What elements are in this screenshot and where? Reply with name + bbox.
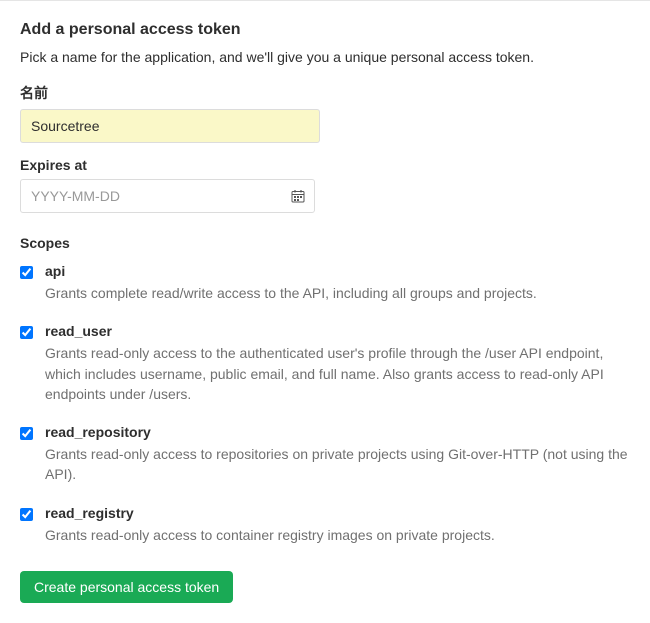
scope-checkbox-read-registry[interactable] [20, 508, 33, 521]
scope-name: read_registry [45, 505, 630, 521]
scope-desc: Grants read-only access to the authentic… [45, 343, 630, 404]
expires-field-group: Expires at [20, 157, 630, 213]
expires-label: Expires at [20, 157, 630, 173]
scopes-label: Scopes [20, 235, 630, 251]
page-subtitle: Pick a name for the application, and we'… [20, 49, 630, 65]
name-field-group: 名前 [20, 83, 630, 143]
scope-name: read_repository [45, 424, 630, 440]
scope-item-read-registry: read_registry Grants read-only access to… [20, 505, 630, 545]
scope-desc: Grants read-only access to repositories … [45, 444, 630, 485]
create-token-button[interactable]: Create personal access token [20, 571, 233, 603]
scope-item-api: api Grants complete read/write access to… [20, 263, 630, 303]
expires-input[interactable] [20, 179, 315, 213]
page-title: Add a personal access token [20, 21, 630, 39]
scope-desc: Grants read-only access to container reg… [45, 525, 630, 545]
scope-name: api [45, 263, 630, 279]
scope-checkbox-read-repository[interactable] [20, 427, 33, 440]
scope-item-read-repository: read_repository Grants read-only access … [20, 424, 630, 485]
scope-item-read-user: read_user Grants read-only access to the… [20, 323, 630, 404]
scope-desc: Grants complete read/write access to the… [45, 283, 630, 303]
scope-checkbox-read-user[interactable] [20, 326, 33, 339]
scope-checkbox-api[interactable] [20, 266, 33, 279]
name-input[interactable] [20, 109, 320, 143]
name-label: 名前 [20, 83, 630, 103]
scope-name: read_user [45, 323, 630, 339]
